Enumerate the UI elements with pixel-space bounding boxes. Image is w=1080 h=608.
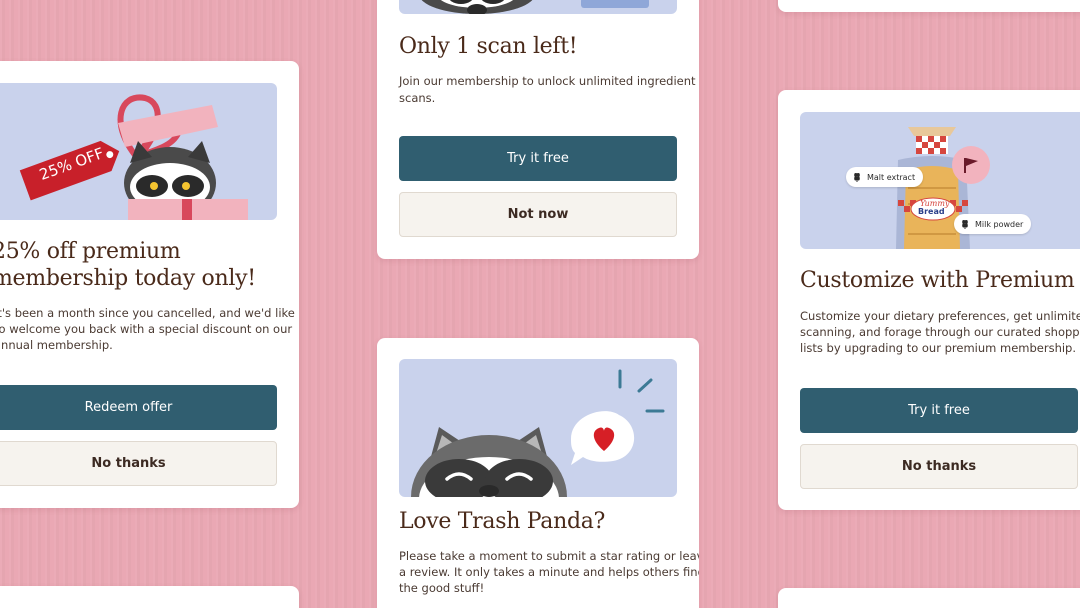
raccoon-peek-illustration <box>421 0 649 14</box>
premium-body-line-1: Customize your dietary preferences, get … <box>800 309 1080 323</box>
raccoon-heart-illustration <box>411 369 665 497</box>
try-it-free-button[interactable]: Try it free <box>800 388 1078 433</box>
bread-bag-illustration <box>896 127 990 249</box>
review-body-line-2: a review. It only takes a minute and hel… <box>399 565 699 579</box>
scan-card: Only 1 scan left! Join our membership to… <box>377 0 699 259</box>
partial-card-bottom-left <box>0 586 299 608</box>
premium-title: Customize with Premium <box>800 268 1075 293</box>
partial-card-top-right <box>778 0 1080 12</box>
review-body-line-1: Please take a moment to submit a star ra… <box>399 549 699 563</box>
milk-powder-label: Milk powder <box>975 219 1024 229</box>
malt-extract-label: Malt extract <box>867 172 916 182</box>
premium-body-line-3: lists by upgrading to our premium member… <box>800 341 1077 355</box>
bread-label-bread: Bread <box>918 207 945 216</box>
review-body-line-3: the good stuff! <box>399 581 485 595</box>
premium-body-line-2: scanning, and forage through our curated… <box>800 325 1080 339</box>
premium-illustration: Yummy Bread Malt extract Milk powder <box>800 112 1080 249</box>
review-card: Love Trash Panda? Please take a moment t… <box>377 338 699 608</box>
raccoon-gift-illustration <box>19 94 248 220</box>
scan-body-line-2: scans. <box>399 91 436 105</box>
no-thanks-button[interactable]: No thanks <box>800 444 1078 489</box>
try-it-free-button[interactable]: Try it free <box>399 136 677 181</box>
discount-title-line-2: membership today only! <box>0 266 256 291</box>
discount-body-line-2: to welcome you back with a special disco… <box>0 322 293 336</box>
redeem-offer-button[interactable]: Redeem offer <box>0 385 277 430</box>
review-illustration <box>399 359 677 497</box>
no-thanks-button[interactable]: No thanks <box>0 441 277 486</box>
scan-title: Only 1 scan left! <box>399 34 578 59</box>
discount-title-line-1: 25% off premium <box>0 239 181 264</box>
premium-card: Yummy Bread Malt extract Milk powder Cus… <box>778 90 1080 510</box>
wheat-icon <box>962 220 968 229</box>
not-now-button[interactable]: Not now <box>399 192 677 237</box>
scan-illustration <box>399 0 677 14</box>
scan-body-line-1: Join our membership to unlock unlimited … <box>399 74 696 88</box>
discount-card: 25% OFF 25% off premium membership today… <box>0 61 299 508</box>
milk-powder-chip: Milk powder <box>954 214 1032 234</box>
malt-extract-chip: Malt extract <box>846 167 924 187</box>
review-title: Love Trash Panda? <box>399 509 606 534</box>
partial-card-bottom-right <box>778 588 1080 608</box>
discount-illustration: 25% OFF <box>0 83 277 220</box>
discount-body-line-3: annual membership. <box>0 338 113 352</box>
wheat-icon <box>854 173 860 182</box>
discount-body-line-1: It's been a month since you cancelled, a… <box>0 306 295 320</box>
